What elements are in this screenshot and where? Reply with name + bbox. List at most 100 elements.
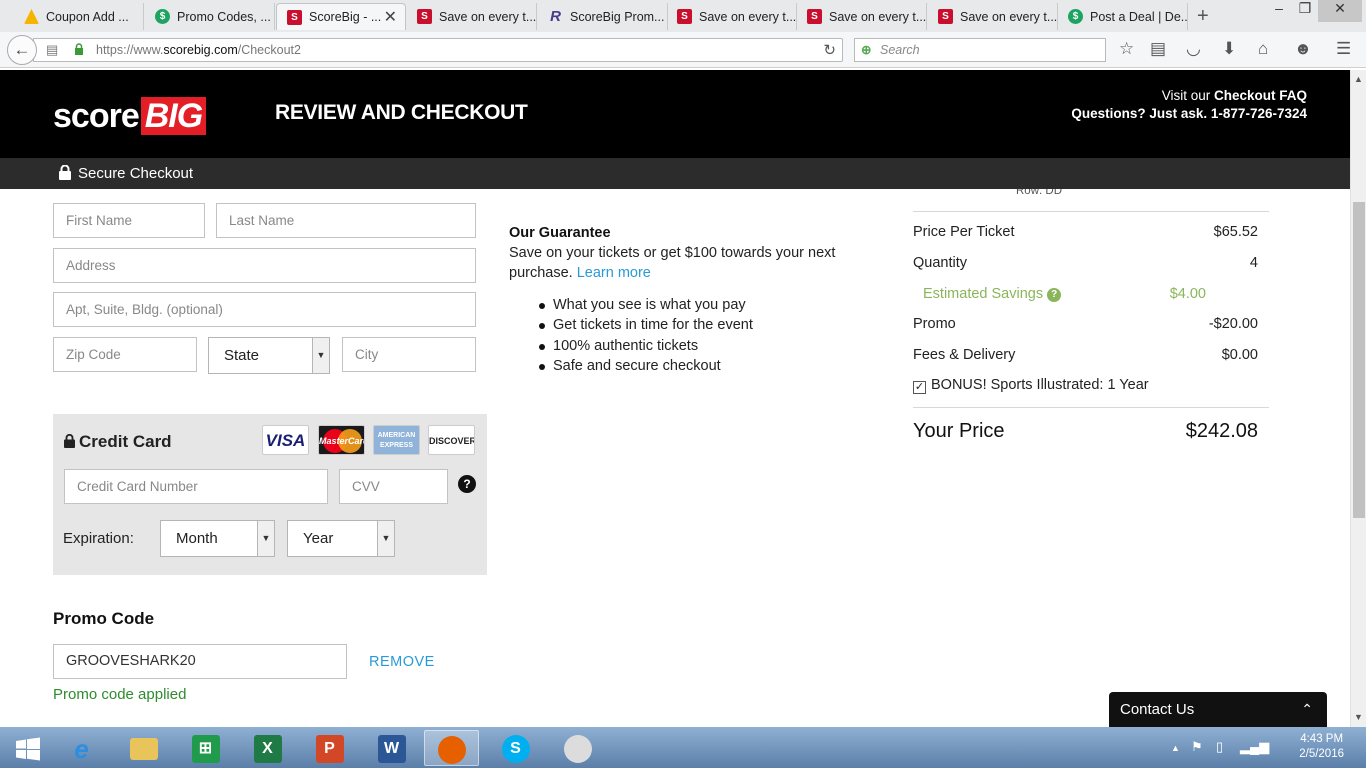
search-input[interactable]: ⊕ Search: [854, 38, 1106, 62]
state-select[interactable]: State ▼: [208, 337, 330, 374]
close-tab-icon[interactable]: ✕: [384, 7, 397, 27]
help-icon[interactable]: ?: [458, 475, 476, 493]
list-item: 100% authentic tickets: [539, 336, 859, 356]
scroll-up-icon[interactable]: ▲: [1354, 74, 1363, 84]
google-drive-icon: [24, 9, 39, 24]
list-item: What you see is what you pay: [539, 295, 859, 315]
expiration-label: Expiration:: [63, 530, 134, 547]
cvv-field[interactable]: CVV: [339, 469, 448, 504]
browser-tab[interactable]: Coupon Add ...: [14, 3, 144, 30]
flag-icon[interactable]: ⚑: [1191, 739, 1203, 755]
promo-status: Promo code applied: [53, 686, 187, 703]
dollar-icon: $: [1068, 9, 1083, 24]
close-window-icon[interactable]: ✕: [1318, 0, 1362, 22]
year-select[interactable]: Year ▼: [287, 520, 395, 557]
paint-taskbar-icon[interactable]: [550, 730, 605, 766]
secure-checkout-label: Secure Checkout: [78, 165, 194, 182]
tab-title: Post a Deal | De...: [1090, 9, 1188, 24]
tray-expand-icon[interactable]: ▲: [1171, 743, 1180, 753]
scorebig-icon: S: [287, 9, 302, 25]
chevron-down-icon: ▼: [257, 521, 274, 556]
checkbox-checked-icon[interactable]: ✓: [913, 381, 926, 394]
scroll-down-icon[interactable]: ▼: [1354, 712, 1363, 722]
city-field[interactable]: City: [342, 337, 476, 372]
scorebig-icon: S: [938, 9, 953, 24]
browser-tab[interactable]: S Save on every t...: [667, 3, 797, 30]
word-taskbar-icon[interactable]: W: [364, 730, 419, 766]
amex-icon: AMERICAN EXPRESS: [373, 425, 420, 455]
site-header: score BIG REVIEW AND CHECKOUT Visit our C…: [0, 70, 1350, 158]
promo-code-field[interactable]: GROOVESHARK20: [53, 644, 347, 679]
browser-tab[interactable]: R ScoreBig Prom...: [538, 3, 668, 30]
ie-taskbar-icon[interactable]: e: [54, 730, 109, 766]
credit-card-number-field[interactable]: Credit Card Number: [64, 469, 328, 504]
skype-taskbar-icon[interactable]: S: [488, 730, 543, 766]
firefox-taskbar-icon[interactable]: [424, 730, 479, 766]
download-icon[interactable]: ⬇: [1222, 39, 1236, 59]
address-field[interactable]: Address: [53, 248, 476, 283]
reading-list-icon[interactable]: ▤: [1150, 39, 1166, 59]
browser-tab[interactable]: $ Promo Codes, ...: [145, 3, 275, 30]
scrollbar-thumb[interactable]: [1353, 202, 1365, 518]
taskbar-clock[interactable]: 4:43 PM 2/5/2016: [1299, 732, 1344, 762]
scorebig-icon: S: [677, 9, 692, 24]
mastercard-icon: MasterCard: [318, 425, 365, 455]
new-tab-icon[interactable]: +: [1197, 5, 1209, 28]
tab-title: Save on every t...: [439, 9, 537, 24]
promo-row: Promo -$20.00: [913, 316, 1258, 332]
file-explorer-taskbar-icon[interactable]: [116, 730, 171, 766]
chat-icon[interactable]: ☻: [1294, 39, 1312, 59]
divider: [913, 407, 1269, 408]
excel-taskbar-icon[interactable]: X: [240, 730, 295, 766]
chevron-down-icon: ▼: [377, 521, 394, 556]
volume-icon[interactable]: 🔈︎: [1264, 739, 1272, 755]
bookmark-star-icon[interactable]: ☆: [1119, 39, 1134, 59]
learn-more-link[interactable]: Learn more: [577, 265, 651, 281]
tab-title: Save on every t...: [960, 9, 1058, 24]
browser-tab[interactable]: S Save on every t...: [928, 3, 1058, 30]
checkout-faq-link[interactable]: Checkout FAQ: [1214, 88, 1307, 103]
reader-icon[interactable]: ▤: [46, 39, 58, 61]
list-item: Get tickets in time for the event: [539, 315, 859, 335]
browser-tab[interactable]: S Save on every t...: [797, 3, 927, 30]
browser-tab-active[interactable]: S ScoreBig - ... ✕: [276, 3, 406, 30]
scorebig-icon: S: [807, 9, 822, 24]
clock-time: 4:43 PM: [1300, 733, 1344, 745]
page-scrollbar[interactable]: ▲ ▼: [1350, 70, 1366, 727]
url-bar[interactable]: ▤ https://www.scorebig.com/Checkout2 ↻: [33, 38, 843, 62]
browser-tab[interactable]: S Save on every t...: [407, 3, 537, 30]
remove-promo-button[interactable]: REMOVE: [369, 654, 435, 670]
scorebig-icon: S: [417, 9, 432, 24]
home-icon[interactable]: ⌂: [1258, 39, 1268, 59]
month-select[interactable]: Month ▼: [160, 520, 275, 557]
apt-field[interactable]: Apt, Suite, Bldg. (optional): [53, 292, 476, 327]
windows-icon: [15, 737, 40, 761]
checkout-content: First Name Last Name Address Apt, Suite,…: [0, 189, 1350, 727]
pocket-icon[interactable]: ◡: [1186, 39, 1201, 59]
credit-card-title: Credit Card: [79, 432, 172, 451]
back-button[interactable]: ←: [7, 35, 37, 65]
store-taskbar-icon[interactable]: ⊞: [178, 730, 233, 766]
help-icon[interactable]: ?: [1047, 288, 1062, 302]
contact-us-button[interactable]: Contact Us ⌃: [1109, 692, 1327, 727]
bonus-checkbox-row[interactable]: ✓ BONUS! Sports Illustrated: 1 Year: [913, 377, 1149, 394]
reload-icon[interactable]: ↻: [823, 40, 836, 62]
guarantee-text: Save on your tickets or get $100 towards…: [509, 245, 836, 281]
visa-icon: VISA: [262, 425, 309, 455]
restore-icon[interactable]: ❐: [1290, 0, 1320, 22]
divider: [913, 211, 1269, 212]
guarantee-block: Our Guarantee Save on your tickets or ge…: [509, 223, 859, 376]
scorebig-logo[interactable]: score BIG: [53, 97, 207, 136]
powerpoint-taskbar-icon[interactable]: P: [302, 730, 357, 766]
first-name-field[interactable]: First Name: [53, 203, 205, 238]
device-icon[interactable]: ▯: [1216, 739, 1223, 755]
zip-code-field[interactable]: Zip Code: [53, 337, 197, 372]
search-engine-icon: ⊕: [861, 43, 872, 57]
last-name-field[interactable]: Last Name: [216, 203, 476, 238]
retailmenot-icon: R: [550, 8, 561, 25]
start-button[interactable]: [0, 730, 55, 766]
menu-icon[interactable]: ☰: [1336, 39, 1351, 59]
page-title: REVIEW AND CHECKOUT: [275, 101, 528, 124]
tab-title: Promo Codes, ...: [177, 9, 271, 24]
browser-tab[interactable]: $ Post a Deal | De...: [1058, 3, 1188, 30]
